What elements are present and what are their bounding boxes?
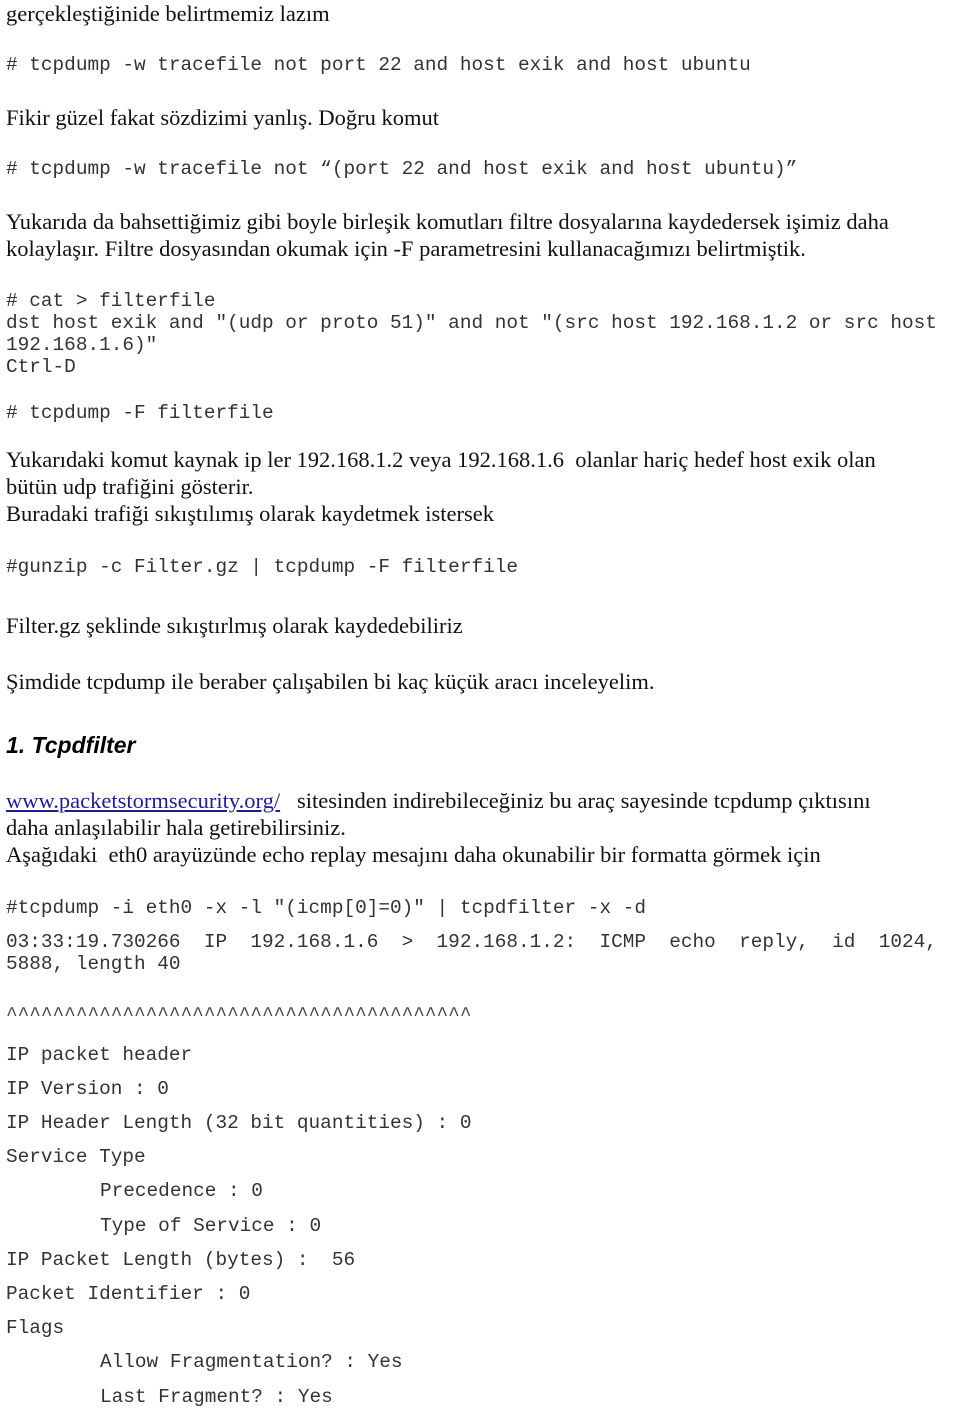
paragraph-tools: Şimdide tcpdump ile beraber çalışabilen … — [6, 669, 655, 694]
paragraph-explain-line-3: Buradaki trafiği sıkıştılımış olarak kay… — [6, 501, 495, 526]
packet-header-title: IP packet header — [6, 1044, 193, 1066]
packetstorm-link[interactable]: www.packetstormsecurity.org/ — [6, 788, 280, 813]
packet-ip-version: IP Version : 0 — [6, 1078, 169, 1100]
code-command-tcpdfilter: #tcpdump -i eth0 -x -l "(icmp[0]=0)" | t… — [6, 897, 646, 919]
packet-type-of-service: Type of Service : 0 — [100, 1215, 322, 1237]
paragraph-intro-end: gerçekleştiğinide belirtmemiz lazım — [6, 1, 330, 26]
packet-identifier: Packet Identifier : 0 — [6, 1283, 251, 1305]
section-heading: 1. Tcpdfilter — [6, 732, 136, 758]
packet-precedence: Precedence : 0 — [100, 1180, 263, 1202]
output-line-2: 5888, length 40 — [6, 953, 181, 975]
packet-flags: Flags — [6, 1317, 65, 1339]
paragraph-download-line-1: www.packetstormsecurity.org/ sitesinden … — [6, 787, 871, 814]
paragraph-compressed: Filter.gz şeklinde sıkıştırlmış olarak k… — [6, 613, 463, 638]
paragraph-explain-line-2: bütün udp trafiğini gösterir. — [6, 474, 254, 499]
packet-last-fragment: Last Fragment? : Yes — [100, 1386, 333, 1408]
code-command-gunzip: #gunzip -c Filter.gz | tcpdump -F filter… — [6, 556, 518, 578]
packet-allow-fragmentation: Allow Fragmentation? : Yes — [100, 1351, 403, 1373]
packet-header-length: IP Header Length (32 bit quantities) : 0 — [6, 1112, 472, 1134]
code-line: 192.168.1.6)" — [6, 334, 158, 356]
paragraph-syntax: Fikir güzel fakat sözdizimi yanlış. Doğr… — [6, 105, 440, 130]
caret-separator: ^^^^^^^^^^^^^^^^^^^^^^^^^^^^^^^^^^^^^^^^ — [6, 1004, 472, 1026]
packet-service-type: Service Type — [6, 1146, 146, 1168]
code-command-tcpdump-F: # tcpdump -F filterfile — [6, 402, 274, 424]
paragraph-filterfile-line-1: Yukarıda da bahsettiğimiz gibi boyle bir… — [6, 209, 889, 234]
code-command-correct: # tcpdump -w tracefile not “(port 22 and… — [6, 158, 798, 180]
paragraph-echo: Aşağıdaki eth0 arayüzünde echo replay me… — [6, 842, 821, 867]
paragraph-filterfile-line-2: kolaylaşır. Filtre dosyasından okumak iç… — [6, 236, 806, 261]
code-line: # cat > filterfile — [6, 290, 216, 312]
packet-length: IP Packet Length (bytes) : 56 — [6, 1249, 356, 1271]
paragraph-download-rest: sitesinden indirebileceğiniz bu araç say… — [280, 788, 871, 813]
code-line: Ctrl-D — [6, 356, 76, 378]
output-line-1: 03:33:19.730266 IP 192.168.1.6 > 192.168… — [6, 931, 960, 953]
code-command-wrong: # tcpdump -w tracefile not port 22 and h… — [6, 54, 751, 76]
code-line: dst host exik and "(udp or proto 51)" an… — [6, 312, 937, 334]
paragraph-explain-line-1: Yukarıdaki komut kaynak ip ler 192.168.1… — [6, 447, 876, 472]
paragraph-download-line-2: daha anlaşılabilir hala getirebilirsiniz… — [6, 815, 346, 840]
